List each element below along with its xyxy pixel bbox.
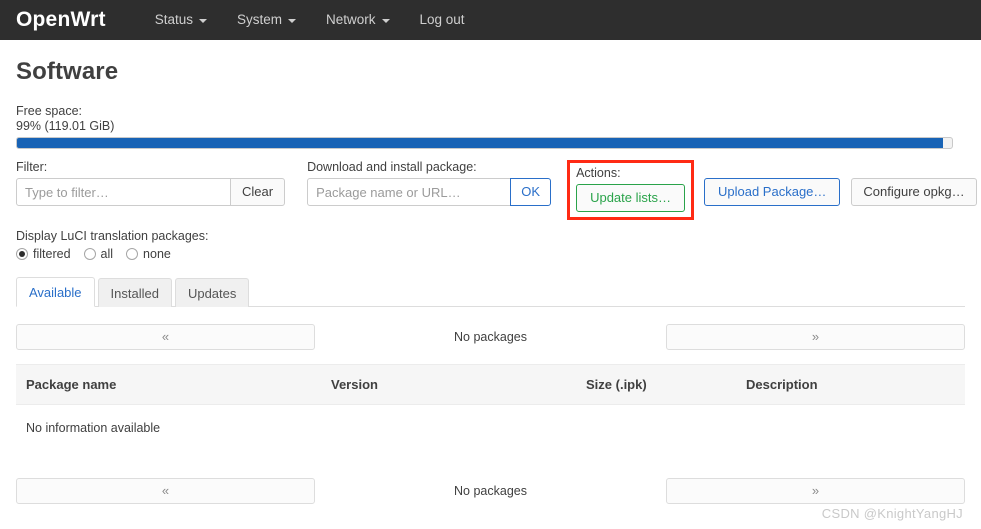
filter-group: Filter: Clear — [16, 160, 286, 206]
download-input-row: OK — [307, 178, 552, 206]
nav-links: Status System Network Log out — [140, 0, 480, 40]
free-space-value: 99% (119.01 GiB) — [16, 119, 115, 133]
download-ok-button[interactable]: OK — [510, 178, 552, 206]
table-row-empty: No information available — [16, 404, 965, 452]
packages-table: Package name Version Size (.ipk) Descrip… — [16, 364, 965, 452]
filter-label: Filter: — [16, 160, 48, 174]
pagination-info: No packages — [454, 330, 527, 344]
radio-label: none — [143, 247, 171, 261]
page-content: Software Free space: 99% (119.01 GiB) Fi… — [0, 58, 981, 504]
filter-input-row: Clear — [16, 178, 286, 206]
configure-opkg-button[interactable]: Configure opkg… — [851, 178, 977, 206]
nav-item-system[interactable]: System — [222, 0, 311, 40]
nav-item-label: Network — [325, 12, 376, 27]
prev-page-button-bottom[interactable]: « — [16, 478, 315, 504]
pagination-bottom: « No packages » — [16, 478, 965, 504]
column-header-description[interactable]: Description — [736, 364, 965, 405]
tab-updates[interactable]: Updates — [174, 278, 250, 307]
top-navbar: OpenWrt Status System Network Log out — [0, 0, 981, 40]
upload-package-group: Upload Package… — [694, 160, 841, 206]
chevron-down-icon — [381, 19, 390, 23]
chevron-down-icon — [287, 19, 296, 23]
column-header-package-name[interactable]: Package name — [16, 364, 321, 405]
brand-logo[interactable]: OpenWrt — [16, 0, 106, 40]
nav-item-status[interactable]: Status — [140, 0, 222, 40]
next-page-button-bottom[interactable]: » — [666, 478, 965, 504]
pagination-info-bottom: No packages — [454, 484, 527, 498]
next-page-button[interactable]: » — [666, 324, 965, 350]
free-space-label: Free space: — [16, 104, 83, 118]
column-header-version[interactable]: Version — [321, 364, 576, 405]
translation-label: Display LuCI translation packages: — [16, 229, 209, 243]
spacer-label — [694, 160, 840, 175]
tab-available[interactable]: Available — [16, 277, 95, 307]
page-title: Software — [16, 58, 119, 85]
clear-filter-button[interactable]: Clear — [230, 178, 286, 206]
radio-option-none[interactable]: none — [126, 247, 171, 261]
nav-item-label: Log out — [419, 12, 465, 27]
download-group: Download and install package: OK — [307, 160, 552, 206]
download-label: Download and install package: — [307, 160, 477, 174]
packages-table-head: Package name Version Size (.ipk) Descrip… — [16, 364, 965, 405]
nav-item-label: System — [236, 12, 282, 27]
nav-item-logout[interactable]: Log out — [405, 0, 480, 40]
tab-installed[interactable]: Installed — [97, 278, 172, 307]
column-header-size[interactable]: Size (.ipk) — [576, 364, 736, 405]
radio-filled-icon — [16, 248, 28, 260]
free-space-section: Free space: 99% (119.01 GiB) — [16, 104, 965, 149]
radio-empty-icon — [83, 248, 96, 260]
configure-opkg-group: Configure opkg… — [840, 160, 977, 206]
radio-empty-icon — [126, 248, 139, 260]
filter-input[interactable] — [16, 178, 231, 206]
free-space-progressbar — [16, 137, 953, 149]
prev-page-button[interactable]: « — [16, 324, 315, 350]
chevron-down-icon — [198, 19, 207, 23]
radio-label: all — [100, 247, 114, 261]
pagination-top: « No packages » — [16, 324, 965, 350]
free-space-progress-fill — [17, 138, 943, 148]
controls-row: Filter: Clear Download and install packa… — [16, 160, 977, 220]
radio-label: filtered — [33, 247, 71, 261]
actions-label: Actions: — [576, 166, 621, 180]
table-header-row: Package name Version Size (.ipk) Descrip… — [16, 364, 965, 405]
package-tabs: Available Installed Updates — [16, 276, 965, 307]
package-name-or-url-input[interactable] — [307, 178, 512, 206]
nav-item-network[interactable]: Network — [311, 0, 405, 40]
watermark: CSDN @KnightYangHJ — [821, 506, 963, 521]
table-empty-message: No information available — [16, 404, 965, 452]
actions-group-highlighted: Actions: Update lists… — [567, 160, 694, 220]
translation-packages-section: Display LuCI translation packages: filte… — [16, 229, 965, 261]
packages-table-body: No information available — [16, 404, 965, 452]
translation-radio-group: filtered all none — [16, 247, 965, 261]
update-lists-button[interactable]: Update lists… — [576, 184, 685, 212]
upload-package-button[interactable]: Upload Package… — [704, 178, 841, 206]
spacer-label — [840, 160, 976, 175]
nav-item-label: Status — [154, 12, 193, 27]
radio-option-all[interactable]: all — [83, 247, 114, 261]
radio-option-filtered[interactable]: filtered — [16, 247, 71, 261]
